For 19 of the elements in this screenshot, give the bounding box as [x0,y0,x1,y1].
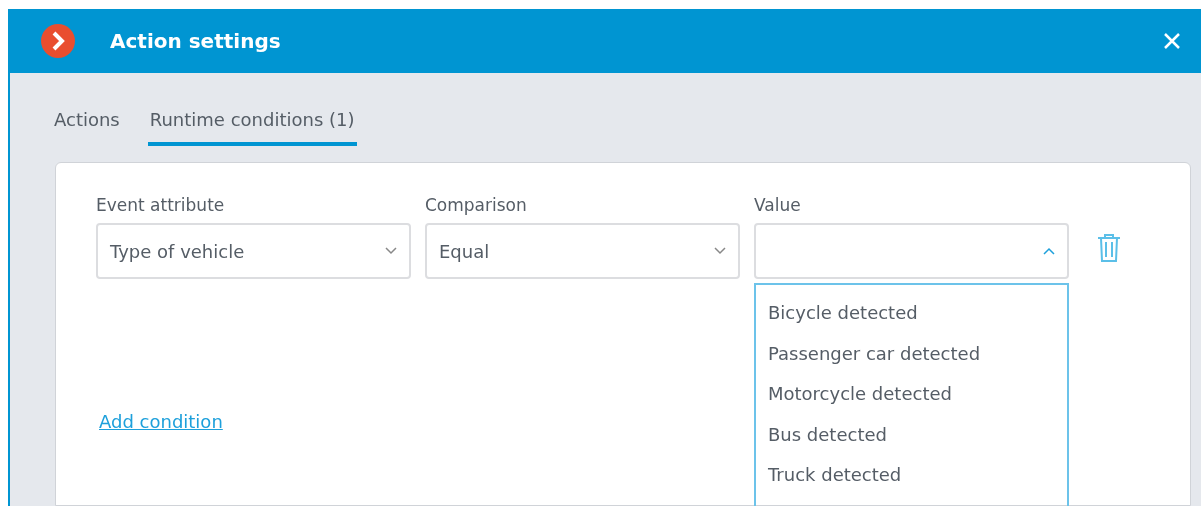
tab[interactable]: Actions [52,109,122,146]
chevron-down-icon [385,247,397,255]
chevron-up-icon [1043,247,1055,255]
delete-button[interactable] [1097,233,1121,263]
field-label: Event attribute [96,194,226,217]
chevron-down-icon [714,247,726,255]
dropdown-option[interactable]: Bicycle detected [768,293,1055,334]
dropdown-option[interactable]: Bus detected [768,414,1055,455]
window-title: Action settings [110,29,282,53]
field-label: Value [754,194,802,217]
select-field[interactable] [754,223,1069,279]
field-label: Comparison [425,194,528,217]
dropdown-option[interactable]: Motorcycle detected [768,374,1055,415]
select-field[interactable]: Equal [425,223,740,279]
dropdown-option[interactable]: Passenger car detected [768,333,1055,374]
dropdown-option[interactable]: Truck detected [768,455,1055,496]
tab[interactable]: Runtime conditions (1) [147,109,357,146]
chevron-logo-icon [40,23,76,59]
select-field[interactable]: Type of vehicle [96,223,411,279]
